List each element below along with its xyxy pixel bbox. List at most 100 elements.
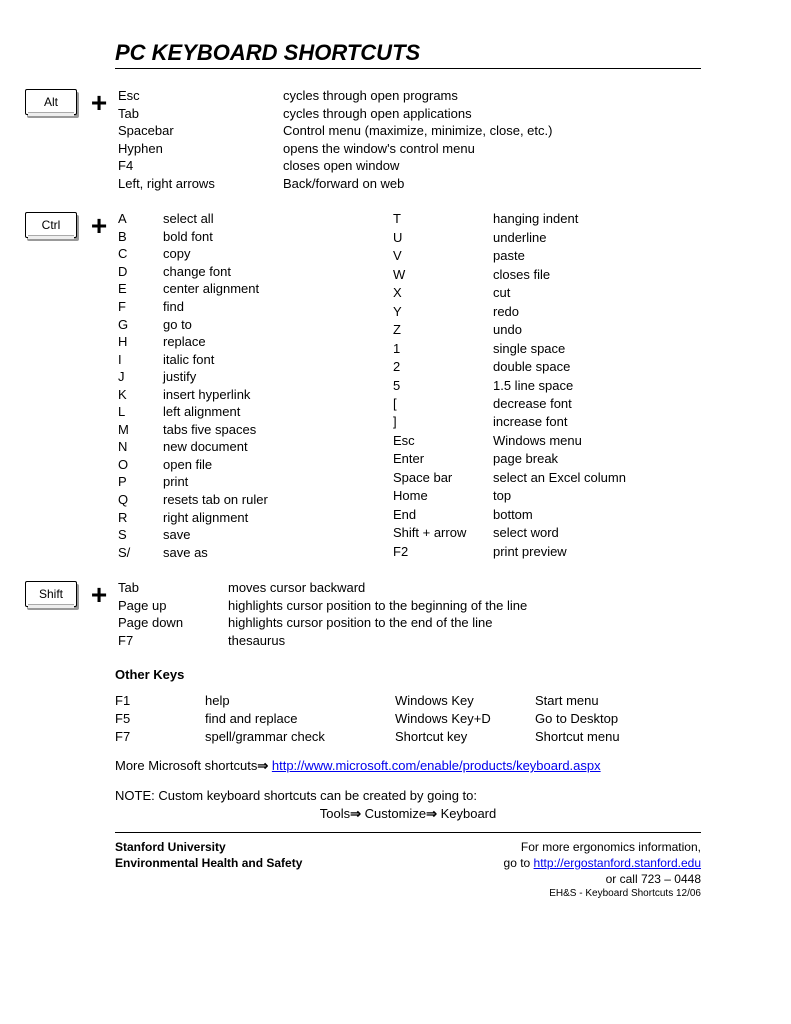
cell: double space xyxy=(493,358,626,376)
cell: bottom xyxy=(493,506,626,524)
cell: Shortcut menu xyxy=(535,728,701,746)
cell: select an Excel column xyxy=(493,469,626,487)
alt-section: Alt + Esccycles through open programsTab… xyxy=(25,87,701,192)
footer-phone: or call 723 – 0448 xyxy=(504,871,701,887)
cell: 1 xyxy=(393,340,493,358)
cell: cycles through open applications xyxy=(283,105,701,123)
cell: D xyxy=(118,263,163,281)
cell: increase font xyxy=(493,413,626,431)
cell: F xyxy=(118,298,163,316)
cell: K xyxy=(118,386,163,404)
cell: page break xyxy=(493,450,626,468)
cell: open file xyxy=(163,456,393,474)
footer: Stanford University Environmental Health… xyxy=(115,839,701,901)
cell: Shift + arrow xyxy=(393,524,493,542)
cell: Shortcut key xyxy=(395,728,535,746)
cell: Back/forward on web xyxy=(283,175,701,193)
cell: opens the window's control menu xyxy=(283,140,701,158)
cell: find xyxy=(163,298,393,316)
cell: highlights cursor position to the beginn… xyxy=(228,597,701,615)
ctrl-section: Ctrl + Aselect allBbold fontCcopyDchange… xyxy=(25,210,701,561)
cell: N xyxy=(118,438,163,456)
cell: L xyxy=(118,403,163,421)
cell: G xyxy=(118,316,163,334)
cell: single space xyxy=(493,340,626,358)
cell: ] xyxy=(393,413,493,431)
cell: S/ xyxy=(118,544,163,562)
ergo-link[interactable]: http://ergostanford.stanford.edu xyxy=(534,856,701,870)
cell: F2 xyxy=(393,543,493,561)
cell: Page up xyxy=(118,597,228,615)
cell: Esc xyxy=(393,432,493,450)
cell: W xyxy=(393,266,493,284)
cell: F4 xyxy=(118,157,283,175)
cell: Tab xyxy=(118,105,283,123)
cell: closes open window xyxy=(283,157,701,175)
cell: Left, right arrows xyxy=(118,175,283,193)
cell: decrease font xyxy=(493,395,626,413)
cell: bold font xyxy=(163,228,393,246)
cell: 2 xyxy=(393,358,493,376)
cell: H xyxy=(118,333,163,351)
cell: save as xyxy=(163,544,393,562)
cell: Windows Key+D xyxy=(395,710,535,728)
cell: Tab xyxy=(118,579,228,597)
cell: change font xyxy=(163,263,393,281)
ctrl-table-right: Thanging indentUunderlineVpasteWcloses f… xyxy=(393,210,626,561)
cell: thesaurus xyxy=(228,632,701,650)
cell: Esc xyxy=(118,87,283,105)
cell: [ xyxy=(393,395,493,413)
cell: tabs five spaces xyxy=(163,421,393,439)
other-keys-heading: Other Keys xyxy=(115,667,701,682)
alt-table: Esccycles through open programsTabcycles… xyxy=(118,87,701,192)
cell: center alignment xyxy=(163,280,393,298)
cell: F5 xyxy=(115,710,205,728)
plus-icon: + xyxy=(85,210,113,242)
cell: X xyxy=(393,284,493,302)
cell: undo xyxy=(493,321,626,339)
cell: J xyxy=(118,368,163,386)
cell: copy xyxy=(163,245,393,263)
cell: F7 xyxy=(115,728,205,746)
alt-key-icon: Alt xyxy=(25,89,77,115)
cell: Spacebar xyxy=(118,122,283,140)
cell: U xyxy=(393,229,493,247)
shift-section: Shift + Tabmoves cursor backwardPage uph… xyxy=(25,579,701,649)
custom-note: NOTE: Custom keyboard shortcuts can be c… xyxy=(115,787,701,823)
cell: highlights cursor position to the end of… xyxy=(228,614,701,632)
cell: M xyxy=(118,421,163,439)
cell: right alignment xyxy=(163,509,393,527)
cell: help xyxy=(205,692,395,710)
cell: underline xyxy=(493,229,626,247)
cell: F7 xyxy=(118,632,228,650)
cell: paste xyxy=(493,247,626,265)
microsoft-link[interactable]: http://www.microsoft.com/enable/products… xyxy=(272,758,601,773)
cell: Control menu (maximize, minimize, close,… xyxy=(283,122,701,140)
cell: Space bar xyxy=(393,469,493,487)
page-title: PC KEYBOARD SHORTCUTS xyxy=(115,40,701,69)
cell: print xyxy=(163,473,393,491)
more-shortcuts-note: More Microsoft shortcuts⇒ http://www.mic… xyxy=(115,757,701,775)
ctrl-table-left: Aselect allBbold fontCcopyDchange fontEc… xyxy=(118,210,393,561)
plus-icon: + xyxy=(85,87,113,119)
cell: Z xyxy=(393,321,493,339)
cell: top xyxy=(493,487,626,505)
cell: Q xyxy=(118,491,163,509)
cell: T xyxy=(393,210,493,228)
cell: S xyxy=(118,526,163,544)
cell: justify xyxy=(163,368,393,386)
cell: cut xyxy=(493,284,626,302)
cell: Go to Desktop xyxy=(535,710,701,728)
cell: print preview xyxy=(493,543,626,561)
cell: Home xyxy=(393,487,493,505)
cell: F1 xyxy=(115,692,205,710)
cell: closes file xyxy=(493,266,626,284)
cell: left alignment xyxy=(163,403,393,421)
cell: spell/grammar check xyxy=(205,728,395,746)
cell: redo xyxy=(493,303,626,321)
footer-info: For more ergonomics information, xyxy=(504,839,701,855)
cell: Enter xyxy=(393,450,493,468)
ctrl-key-icon: Ctrl xyxy=(25,212,77,238)
cell: Hyphen xyxy=(118,140,283,158)
cell: cycles through open programs xyxy=(283,87,701,105)
